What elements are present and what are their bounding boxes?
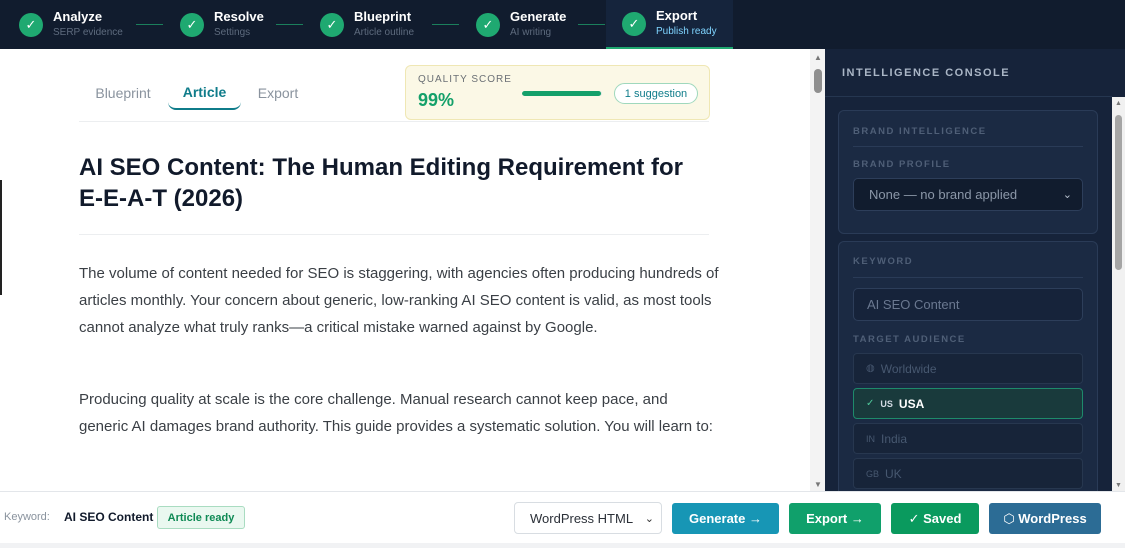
step-generate[interactable]: ✓ Generate AI writing bbox=[476, 0, 566, 49]
suggestion-button[interactable]: 1 suggestion bbox=[614, 83, 698, 104]
field-label: TARGET AUDIENCE bbox=[853, 334, 966, 345]
divider bbox=[853, 146, 1083, 147]
keyword-input[interactable]: AI SEO Content bbox=[853, 288, 1083, 321]
country-code: US bbox=[880, 398, 893, 409]
audience-option-worldwide[interactable]: ◍ Worldwide bbox=[853, 353, 1083, 384]
format-value: WordPress HTML bbox=[530, 510, 634, 526]
step-subtitle: Article outline bbox=[354, 27, 415, 38]
step-title: Analyze bbox=[53, 9, 103, 24]
check-icon: ✓ bbox=[622, 11, 646, 36]
article-scrollbar[interactable]: ▲ ▼ bbox=[810, 49, 825, 491]
divider bbox=[853, 277, 1083, 278]
article-title: AI SEO Content: The Human Editing Requir… bbox=[79, 154, 684, 212]
section-label: BRAND INTELLIGENCE bbox=[853, 126, 987, 137]
status-badge: Article ready bbox=[157, 506, 245, 529]
step-subtitle: SERP evidence bbox=[53, 27, 123, 38]
quality-progress-fill bbox=[522, 91, 602, 96]
keyword-label: Keyword: bbox=[4, 511, 50, 523]
step-title: Resolve bbox=[214, 9, 264, 24]
console-scrollbar[interactable]: ▲ ▼ bbox=[1112, 97, 1125, 491]
country-code: GB bbox=[866, 468, 880, 479]
check-icon: ✓ bbox=[19, 12, 43, 37]
audience-option-usa[interactable]: ✓ US USA bbox=[853, 388, 1083, 419]
globe-icon: ◍ bbox=[866, 363, 875, 374]
step-analyze[interactable]: ✓ Analyze SERP evidence bbox=[19, 0, 123, 49]
audience-label: Worldwide bbox=[880, 361, 937, 376]
keyword-panel: KEYWORD AI SEO Content TARGET AUDIENCE ◍… bbox=[838, 241, 1098, 491]
keyword-value: AI SEO Content bbox=[64, 510, 154, 524]
check-icon: ✓ bbox=[476, 12, 500, 37]
field-label: BRAND PROFILE bbox=[853, 159, 951, 170]
step-connector bbox=[432, 24, 459, 25]
console-heading: INTELLIGENCE CONSOLE bbox=[842, 67, 1011, 79]
step-resolve[interactable]: ✓ Resolve Settings bbox=[180, 0, 264, 49]
audience-option-uk[interactable]: GB UK bbox=[853, 458, 1083, 489]
panel-edge bbox=[0, 180, 2, 295]
check-icon: ✓ bbox=[866, 398, 875, 409]
step-subtitle: Publish ready bbox=[656, 26, 717, 37]
article-paragraph: Producing quality at scale is the core c… bbox=[79, 391, 713, 435]
action-bar: Keyword: AI SEO Content Article ready Wo… bbox=[0, 491, 1125, 543]
step-subtitle: AI writing bbox=[510, 27, 552, 38]
audience-label: UK bbox=[885, 466, 902, 481]
tab-article[interactable]: Article bbox=[168, 76, 241, 110]
tab-blueprint[interactable]: Blueprint bbox=[79, 76, 167, 110]
scrollbar-thumb[interactable] bbox=[1115, 115, 1122, 270]
audience-option-india[interactable]: IN India bbox=[853, 423, 1083, 454]
step-blueprint[interactable]: ✓ Blueprint Article outline bbox=[320, 0, 414, 49]
step-title: Export bbox=[656, 8, 698, 23]
scroll-up-icon[interactable]: ▲ bbox=[814, 53, 822, 62]
window-bottom-edge bbox=[0, 543, 1125, 548]
scroll-up-icon[interactable]: ▲ bbox=[1115, 100, 1122, 107]
tab-export[interactable]: Export bbox=[243, 76, 313, 110]
check-icon: ✓ bbox=[180, 12, 204, 37]
quality-score-value: 99% bbox=[418, 90, 455, 110]
step-connector bbox=[578, 24, 605, 25]
brand-profile-select[interactable]: None — no brand applied ⌄ bbox=[853, 178, 1083, 211]
divider bbox=[79, 234, 709, 235]
step-subtitle: Settings bbox=[214, 27, 251, 38]
export-button[interactable]: Export → bbox=[789, 503, 881, 534]
chevron-down-icon: ⌄ bbox=[644, 513, 654, 525]
progress-stepper: ✓ Analyze SERP evidence ✓ Resolve Settin… bbox=[0, 0, 1125, 49]
generate-button[interactable]: Generate → bbox=[672, 503, 779, 534]
audience-label: India bbox=[881, 431, 908, 446]
saved-button[interactable]: ✓ Saved bbox=[891, 503, 979, 534]
format-select[interactable]: WordPress HTML ⌄ bbox=[514, 502, 662, 534]
article-editor: Blueprint Article Export QUALITY SCORE 9… bbox=[0, 49, 810, 491]
step-connector bbox=[276, 24, 303, 25]
quality-progress-bar bbox=[522, 91, 602, 96]
step-connector bbox=[136, 24, 163, 25]
divider bbox=[825, 96, 1112, 97]
audience-label: USA bbox=[898, 396, 925, 411]
step-title: Blueprint bbox=[354, 9, 412, 24]
quality-score-label: QUALITY SCORE bbox=[418, 74, 512, 85]
check-icon: ✓ bbox=[320, 12, 344, 37]
section-label: KEYWORD bbox=[853, 256, 914, 267]
quality-score-card: QUALITY SCORE 99% 1 suggestion bbox=[405, 65, 710, 120]
step-export[interactable]: ✓ Export Publish ready bbox=[606, 0, 733, 49]
step-title: Generate bbox=[510, 9, 567, 24]
scroll-down-icon[interactable]: ▼ bbox=[814, 480, 822, 489]
chevron-down-icon: ⌄ bbox=[1062, 189, 1072, 201]
scroll-down-icon[interactable]: ▼ bbox=[1115, 482, 1122, 489]
country-code: IN bbox=[866, 433, 875, 444]
wordpress-button[interactable]: ⬡ WordPress bbox=[989, 503, 1101, 534]
article-paragraph: The volume of content needed for SEO is … bbox=[79, 265, 719, 336]
intelligence-console: INTELLIGENCE CONSOLE BRAND INTELLIGENCE … bbox=[825, 49, 1125, 491]
divider bbox=[79, 121, 709, 122]
brand-intelligence-panel: BRAND INTELLIGENCE BRAND PROFILE None — … bbox=[838, 110, 1098, 234]
brand-profile-value: None — no brand applied bbox=[869, 187, 1018, 202]
scrollbar-thumb[interactable] bbox=[814, 69, 822, 93]
